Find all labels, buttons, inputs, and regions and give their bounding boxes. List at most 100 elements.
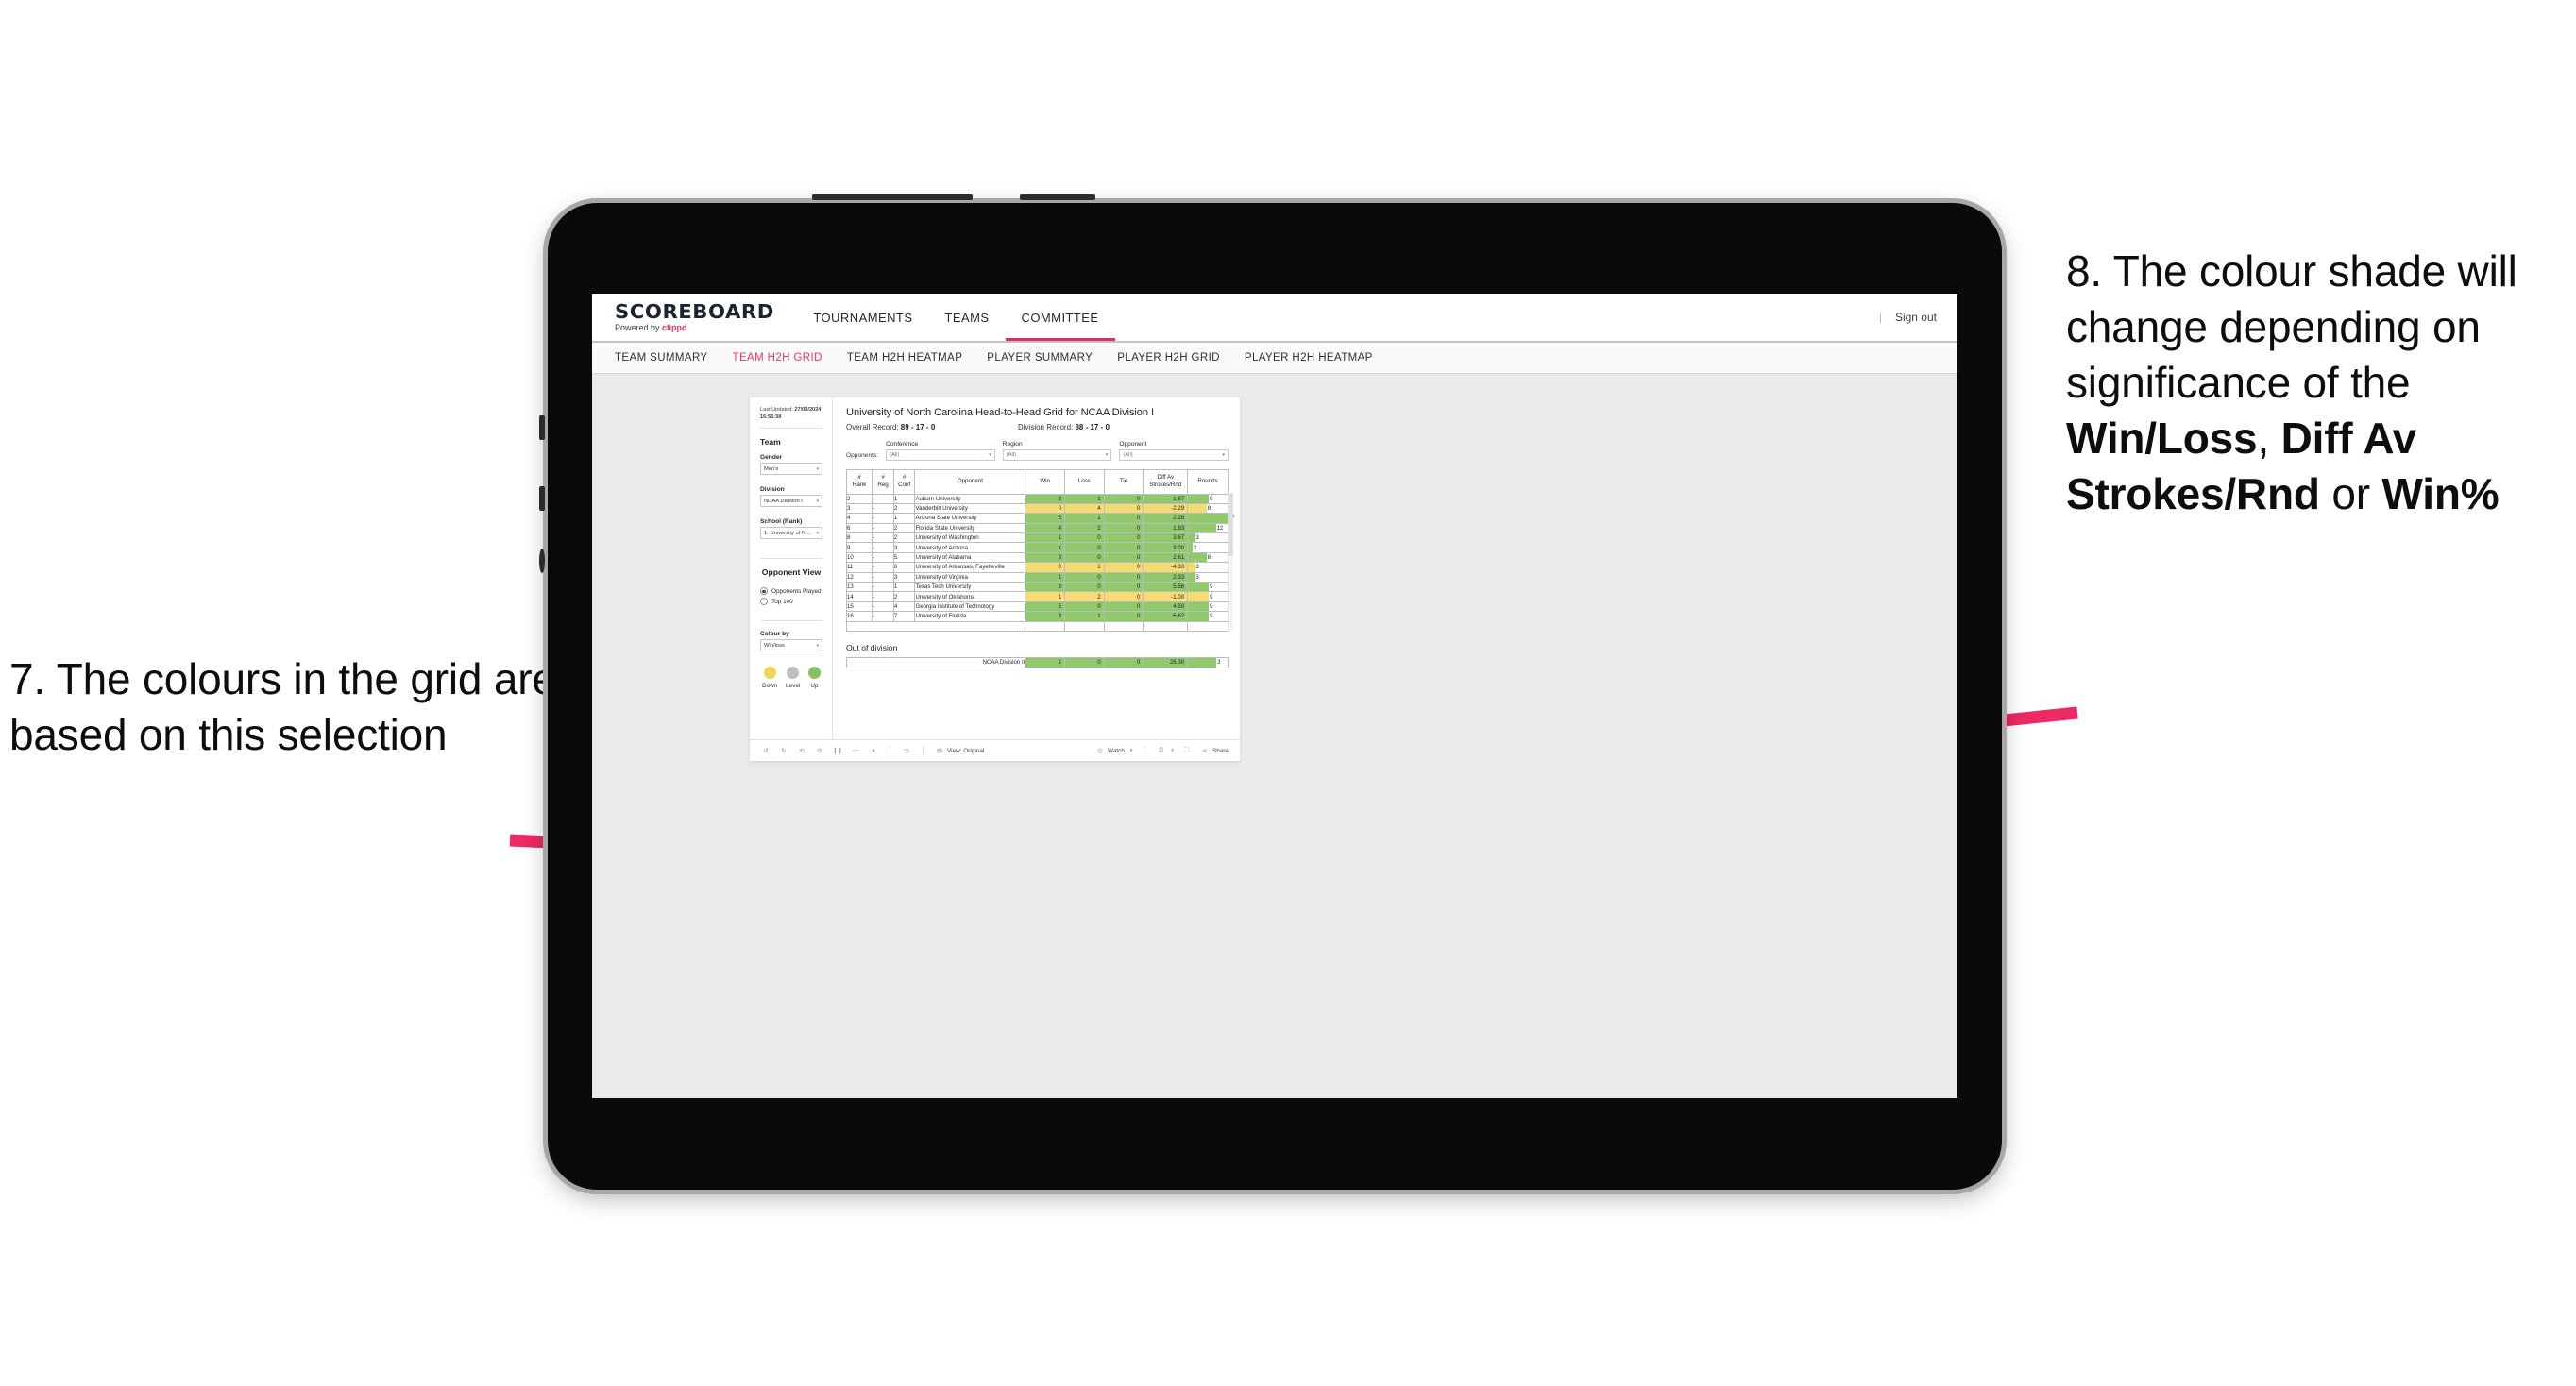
fullscreen-icon[interactable]: ⛶ [1182, 746, 1192, 755]
toolbar-divider [923, 746, 924, 755]
header-separator: | [1878, 311, 1882, 324]
chevron-down-icon: ▾ [1129, 748, 1133, 753]
filter-region-label: Region [1002, 441, 1023, 448]
cell-loss: 0 [1064, 551, 1105, 564]
radio-opponents-played[interactable]: Opponents Played [760, 587, 822, 596]
cell-win: 0 [1025, 562, 1066, 573]
cell-conf: 4 [892, 600, 916, 613]
cell-rank: 16 [845, 611, 873, 622]
revert-icon[interactable]: ⟲ [797, 746, 806, 755]
table-row[interactable]: 14-2 University of Oklahoma 1 2 0 -1.00 9 [845, 591, 1229, 602]
tab-player-h2h-heatmap[interactable]: PLAYER H2H HEATMAP [1245, 352, 1373, 363]
chevron-down-icon: ▾ [1105, 451, 1109, 458]
tab-player-h2h-grid[interactable]: PLAYER H2H GRID [1117, 352, 1220, 363]
empty-cell [1025, 620, 1066, 632]
record-row: Overall Record: 89 - 17 - 0 Division Rec… [846, 423, 1229, 431]
cell-rank: 11 [845, 562, 873, 573]
share-button[interactable]: ⋖ Share [1200, 746, 1229, 755]
legend-item-down: Down [762, 667, 777, 689]
division-value: NCAA Division I [764, 498, 803, 504]
cell-diff: 9.00 [1143, 542, 1189, 553]
school-label: School (Rank) [760, 518, 803, 526]
radio-top-100[interactable]: Top 100 [760, 598, 822, 606]
table-row[interactable]: 9-3 University of Arizona 1 0 0 9.00 2 [845, 542, 1229, 553]
nav-item-committee[interactable]: COMMITTEE [1005, 296, 1115, 341]
cell-rank: 9 [845, 542, 873, 553]
filter-region-select[interactable]: (All) ▾ [1002, 448, 1112, 461]
table-row[interactable]: 16-7 University of Florida 3 1 0 6.62 9 [845, 611, 1229, 622]
legend-label-up: Up [810, 683, 819, 690]
pause-icon[interactable]: ❙❙ [833, 746, 843, 755]
table-row[interactable]: 3-2 Vanderbilt University 0 4 0 -2.29 8 [845, 502, 1229, 515]
watch-button[interactable]: ◎ Watch ▾ [1095, 746, 1132, 755]
ood-rounds-value: 3 [1217, 659, 1221, 667]
cell-reg: - [872, 571, 894, 583]
ood-win: 1 [1025, 656, 1066, 668]
nav-item-tournaments[interactable]: TOURNAMENTS [797, 296, 928, 339]
custom-view-icon[interactable]: ▭ [851, 746, 860, 755]
division-label: Division [760, 486, 785, 494]
undo-icon[interactable]: ↺ [761, 746, 771, 755]
annotation-left: 7. The colours in the grid are based on … [9, 651, 576, 763]
table-row[interactable]: 10-5 University of Alabama 3 0 0 2.61 8 [845, 551, 1229, 564]
cell-conf: 2 [892, 591, 916, 602]
refresh-icon[interactable]: ⟳ [815, 746, 824, 755]
cell-reg: - [872, 611, 894, 622]
h2h-table-wrapper: # Rank # Reg # Conf Opponent Win Loss Tie D… [845, 468, 1235, 632]
filter-region: Region (All) ▾ [1002, 441, 1112, 461]
cell-reg: - [872, 532, 894, 544]
gender-select[interactable]: Men's ▾ [760, 463, 822, 476]
tab-player-summary[interactable]: PLAYER SUMMARY [987, 352, 1093, 363]
caret-down-icon[interactable]: ▾ [869, 746, 878, 755]
colour-by-select[interactable]: Win/loss ▾ [760, 639, 822, 652]
tab-team-h2h-grid[interactable]: TEAM H2H GRID [733, 352, 822, 363]
cell-opponent: University of Arkansas, Fayetteville [914, 562, 1026, 573]
table-row[interactable]: 12-3 University of Virginia 1 0 0 2.33 3 [845, 571, 1229, 583]
nav-item-teams[interactable]: TEAMS [928, 296, 1005, 339]
school-select[interactable]: 1. University of Nort... ▾ [760, 527, 822, 540]
table-scrollbar-thumb[interactable] [1229, 492, 1233, 557]
chevron-down-icon: ▾ [816, 642, 819, 649]
redo-icon[interactable]: ↻ [779, 746, 788, 755]
table-scrollbar[interactable] [1228, 492, 1233, 632]
division-record-value: 88 - 17 - 0 [1075, 423, 1110, 431]
cell-opponent: University of Oklahoma [914, 591, 1026, 602]
cell-conf: 2 [892, 522, 916, 534]
colour-by-value: Win/loss [764, 642, 785, 649]
table-row[interactable]: 6-2 Florida State University 4 2 0 1.83 12 [845, 522, 1229, 534]
radio-top-100-label: Top 100 [771, 598, 793, 605]
tab-team-summary[interactable]: TEAM SUMMARY [615, 352, 708, 363]
filter-opponent-select[interactable]: (All) ▾ [1119, 448, 1229, 461]
cell-reg: - [872, 502, 894, 515]
alert-icon[interactable]: ◷ [902, 746, 911, 755]
cell-tie: 0 [1103, 571, 1144, 583]
division-select[interactable]: NCAA Division I ▾ [760, 495, 822, 508]
cell-win: 5 [1025, 600, 1066, 613]
filter-conference-select[interactable]: (All) ▾ [886, 448, 995, 461]
cell-opponent: University of Florida [914, 611, 1026, 622]
download-button[interactable]: ⎙ ▾ [1156, 746, 1174, 755]
h2h-table-head: # Rank # Reg # Conf Opponent Win Loss Tie D… [845, 468, 1229, 495]
cell-rounds: 3 [1187, 571, 1229, 583]
cell-loss: 0 [1064, 532, 1105, 544]
table-row[interactable]: 15-4 Georgia Institute of Technology 5 0 0 4.… [845, 600, 1229, 613]
tab-team-h2h-heatmap[interactable]: TEAM H2H HEATMAP [847, 352, 962, 363]
cell-conf: 1 [892, 493, 916, 504]
table-row[interactable]: 2-1 Auburn University 2 1 0 1.67 9 [845, 493, 1229, 504]
ood-diff: 26.00 [1143, 656, 1189, 668]
filter-opponent-label: Opponent [1119, 441, 1147, 448]
col-conf: # Conf [892, 468, 916, 495]
table-row[interactable]: 13-1 Texas Tech University 3 0 0 5.56 9 [845, 581, 1229, 593]
colour-by-label: Colour by [760, 631, 789, 638]
h2h-table: # Rank # Reg # Conf Opponent Win Loss Tie D… [845, 468, 1235, 632]
table-row[interactable]: 4-1Arizona State University5102.2817 [845, 513, 1235, 524]
legend-item-level: Level [786, 667, 800, 689]
table-row[interactable]: 11-6 University of Arkansas, Fayetteville… [845, 562, 1229, 573]
table-row[interactable]: 8-2 University of Washington 1 0 0 3.67 3 [845, 532, 1229, 544]
app-logo[interactable]: SCOREBOARD Powered by clippd [615, 302, 773, 332]
view-original-button[interactable]: ▤ View: Original [935, 746, 984, 755]
sign-out-link[interactable]: Sign out [1895, 311, 1937, 324]
cell-rank: 6 [845, 522, 873, 534]
sub-navigation: TEAM SUMMARY TEAM H2H GRID TEAM H2H HEAT… [592, 343, 1957, 374]
cell-opponent: Vanderbilt University [914, 502, 1026, 515]
